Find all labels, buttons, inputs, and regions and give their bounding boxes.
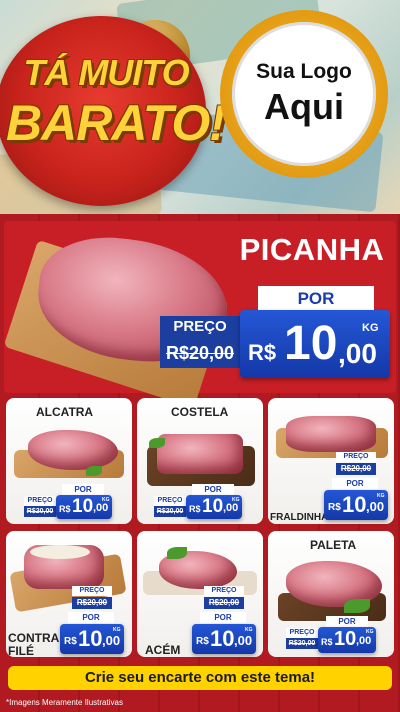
herb-garnish xyxy=(344,599,370,613)
unit: KG xyxy=(245,627,253,633)
contra-file-price-box: R$ 10 ,00 KG xyxy=(60,624,124,654)
featured-old-price: R$20,00 xyxy=(160,338,240,368)
paleta-preco-label: PREÇO xyxy=(286,628,318,638)
price-int: 10 xyxy=(78,626,103,651)
product-name: PALETA xyxy=(310,538,357,552)
product-name-line2: FILÉ xyxy=(8,644,34,657)
unit: KG xyxy=(232,497,240,503)
currency: R$ xyxy=(196,636,209,647)
paleta-price-box: R$ 10 ,00 KG xyxy=(318,627,376,653)
acem-old-price: R$20,00 xyxy=(204,597,244,609)
alcatra-old-price: R$20,00 xyxy=(24,506,56,517)
product-name: FRALDINHA xyxy=(270,512,329,523)
fraldinha-price-box: R$ 10 ,00 KG xyxy=(324,490,388,520)
acem-price-box: R$ 10 ,00 KG xyxy=(192,624,256,654)
logo-line2: Aqui xyxy=(264,86,344,127)
fraldinha-preco-label: PREÇO xyxy=(336,452,376,462)
herb-garnish xyxy=(149,438,165,448)
alcatra-preco-label: PREÇO xyxy=(24,496,56,506)
price-int: 10 xyxy=(72,496,94,517)
featured-currency: R$ xyxy=(248,340,277,365)
costela-price-box: R$ 10 ,00 KG xyxy=(186,495,242,519)
contra-file-preco-label: PREÇO xyxy=(72,586,112,596)
currency: R$ xyxy=(328,502,341,513)
fat-cap xyxy=(30,545,90,559)
price-dec: ,00 xyxy=(223,502,239,514)
featured-unit: KG xyxy=(362,322,379,334)
price-dec: ,00 xyxy=(366,499,385,514)
price-int: 10 xyxy=(202,496,224,517)
featured-por-label: POR xyxy=(258,286,374,312)
paleta-old-price: R$20,00 xyxy=(286,638,318,649)
price-int: 10 xyxy=(342,492,367,517)
herb-garnish xyxy=(167,547,187,559)
unit: KG xyxy=(377,493,385,499)
acem-preco-label: PREÇO xyxy=(204,586,244,596)
price-int: 10 xyxy=(334,628,357,650)
price-dec: ,00 xyxy=(234,633,253,648)
product-name: ALCATRA xyxy=(36,405,94,419)
costela-preco-label: PREÇO xyxy=(154,496,186,506)
costela-por-label: POR xyxy=(192,484,234,495)
promo-badge-line1: TÁ MUITO xyxy=(23,52,189,93)
cta-banner[interactable]: Crie seu encarte com este tema! xyxy=(8,666,392,690)
product-name: ACÉM xyxy=(145,643,181,657)
product-name: COSTELA xyxy=(171,405,229,419)
costela-image xyxy=(157,434,243,474)
unit: KG xyxy=(102,497,110,503)
price-dec: ,00 xyxy=(102,633,121,648)
disclaimer-text: *Imagens Meramente Ilustrativas xyxy=(6,698,123,707)
featured-title: PICANHA xyxy=(239,232,385,267)
price-dec: ,00 xyxy=(356,635,372,647)
alcatra-image xyxy=(28,430,118,470)
logo-placeholder: Sua Logo Aqui xyxy=(232,22,376,166)
currency: R$ xyxy=(64,636,77,647)
product-name-line1: CONTRA xyxy=(8,631,60,645)
currency: R$ xyxy=(189,504,201,514)
featured-preco-label: PREÇO xyxy=(160,316,240,338)
featured-price-box: R$ 10 ,00 KG xyxy=(240,310,390,378)
price-int: 10 xyxy=(210,626,235,651)
logo-line1: Sua Logo xyxy=(256,60,352,83)
alcatra-price-box: R$ 10 ,00 KG xyxy=(56,495,112,519)
unit: KG xyxy=(113,627,121,633)
fraldinha-old-price: R$20,00 xyxy=(336,463,376,475)
acem-por-label: POR xyxy=(200,612,246,623)
contra-file-por-label: POR xyxy=(68,612,114,623)
alcatra-por-label: POR xyxy=(62,484,104,495)
price-dec: ,00 xyxy=(93,502,109,514)
currency: R$ xyxy=(59,504,71,514)
unit: KG xyxy=(366,629,374,635)
contra-file-old-price: R$20,00 xyxy=(72,597,112,609)
fraldinha-por-label: POR xyxy=(332,478,378,489)
featured-price-dec: ,00 xyxy=(338,338,377,369)
herb-garnish xyxy=(86,466,102,476)
currency: R$ xyxy=(321,637,333,647)
costela-old-price: R$20,00 xyxy=(154,506,186,517)
promo-badge-line2: BARATO! xyxy=(6,95,226,151)
featured-price-int: 10 xyxy=(284,317,338,370)
paleta-por-label: POR xyxy=(326,616,368,627)
fraldinha-image xyxy=(286,416,376,452)
